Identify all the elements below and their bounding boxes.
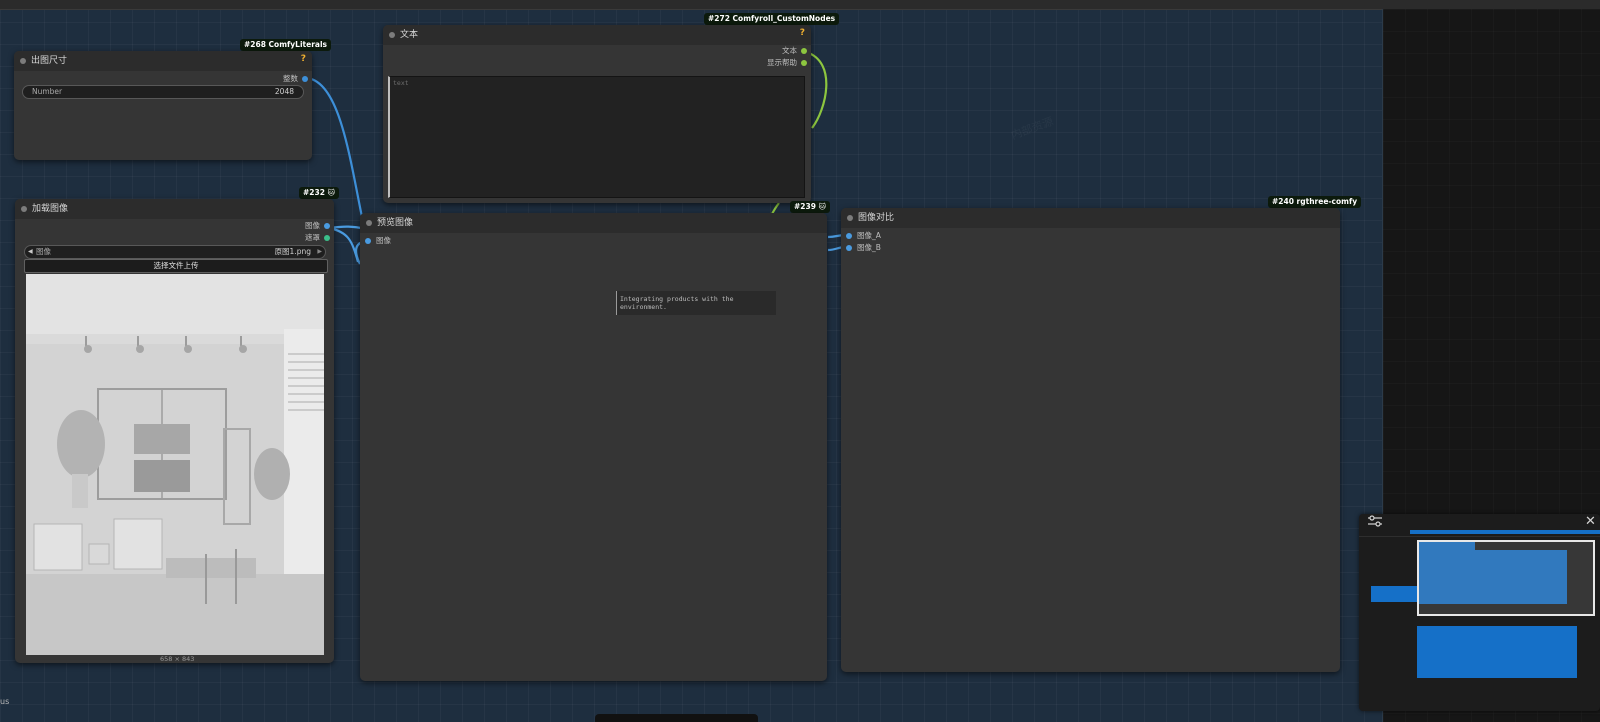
node-id-badge: #272 Comfyroll_CustomNodes [704, 13, 840, 25]
minimap-node [1371, 586, 1417, 602]
size-node[interactable]: 出图尺寸 ? 整数 Number 2048 [14, 51, 312, 160]
collapse-dot[interactable] [366, 220, 372, 226]
text-placeholder: text [393, 79, 409, 87]
node-id-badge: #240 rgthree-comfy [1268, 196, 1362, 208]
output-dot[interactable] [801, 60, 807, 66]
widget-label: 图像 [36, 247, 51, 256]
help-icon[interactable]: ? [800, 25, 805, 41]
node-id-badge: #232 🐱 [299, 187, 339, 199]
input-slot-image[interactable]: 图像 [365, 236, 391, 246]
collapse-dot[interactable] [20, 58, 26, 64]
watermark: 内部资源 [1009, 113, 1056, 143]
collapse-dot[interactable] [389, 32, 395, 38]
arrow-right-icon[interactable]: ▶ [317, 246, 322, 258]
loaded-image-preview [26, 274, 324, 655]
preview-image-node[interactable]: 预览图像 图像 Integrating products with the en… [360, 213, 827, 681]
image-compare-node[interactable]: 图像对比 图像_A 图像_B [841, 208, 1340, 672]
node-title: 文本 [400, 30, 419, 40]
node-title: 加载图像 [32, 204, 69, 214]
output-slot-int[interactable]: 整数 [283, 74, 308, 84]
output-dot[interactable] [302, 76, 308, 82]
output-dot[interactable] [801, 48, 807, 54]
text-tooltip: Integrating products with the environmen… [616, 291, 776, 315]
output-slot-show-help[interactable]: 显示帮助 [767, 58, 807, 68]
collapse-dot[interactable] [21, 206, 27, 212]
minimap-panel[interactable]: ✕ [1359, 514, 1600, 711]
edge-label: us [0, 697, 10, 706]
widget-value: 2048 [274, 87, 294, 96]
badge-id: #239 [794, 202, 816, 211]
input-dot[interactable] [846, 245, 852, 251]
node-title-bar[interactable]: 加载图像 [15, 199, 334, 219]
minimap-viewport[interactable] [1417, 540, 1595, 616]
number-widget[interactable]: Number 2048 [22, 85, 304, 99]
output-slot-text[interactable]: 文本 [782, 46, 807, 56]
widget-label: Number [32, 87, 63, 96]
close-icon[interactable]: ✕ [1585, 514, 1596, 529]
output-slot-mask[interactable]: 遮罩 [305, 233, 330, 243]
top-menu-bar [0, 0, 1600, 10]
input-slot-image-a[interactable]: 图像_A [846, 231, 881, 241]
arrow-left-icon[interactable]: ◀ [28, 246, 33, 258]
output-slot-image[interactable]: 图像 [305, 221, 330, 231]
node-title-bar[interactable]: 出图尺寸 ? [14, 51, 312, 71]
input-dot[interactable] [365, 238, 371, 244]
input-slot-image-b[interactable]: 图像_B [846, 243, 881, 253]
text-input[interactable]: text [388, 76, 805, 198]
collapse-dot[interactable] [847, 215, 853, 221]
load-image-node[interactable]: 加载图像 图像 遮罩 ◀ 图像 原图1.png ▶ 选择文件上传 658 × 8… [15, 199, 334, 663]
node-title: 出图尺寸 [31, 56, 68, 66]
image-size-label: 658 × 843 [160, 655, 195, 663]
output-dot[interactable] [324, 235, 330, 241]
input-dot[interactable] [846, 233, 852, 239]
badge-id: #232 [303, 188, 325, 197]
help-icon[interactable]: ? [301, 51, 306, 67]
node-title-bar[interactable]: 预览图像 [360, 213, 827, 233]
node-title-bar[interactable]: 图像对比 [841, 208, 1340, 228]
minimap-divider [1359, 536, 1600, 537]
cat-icon: 🐱 [327, 189, 335, 197]
text-node[interactable]: 文本 ? 文本 显示帮助 text [383, 25, 811, 203]
cat-icon: 🐱 [818, 203, 826, 211]
bottom-toolbar-tab[interactable] [595, 714, 758, 722]
widget-value: 原图1.png [274, 247, 311, 256]
minimap-scrollbar[interactable] [1410, 530, 1600, 534]
node-title-bar[interactable]: 文本 ? [383, 25, 811, 45]
sliders-icon[interactable] [1367, 513, 1383, 533]
image-select-combo[interactable]: ◀ 图像 原图1.png ▶ [24, 245, 326, 259]
minimap-node [1417, 626, 1577, 678]
upload-button[interactable]: 选择文件上传 [24, 259, 328, 273]
node-title: 预览图像 [377, 218, 414, 228]
node-id-badge: #268 ComfyLiterals [240, 39, 331, 51]
node-id-badge: #239 🐱 [790, 201, 830, 213]
output-dot[interactable] [324, 223, 330, 229]
node-title: 图像对比 [858, 213, 895, 223]
